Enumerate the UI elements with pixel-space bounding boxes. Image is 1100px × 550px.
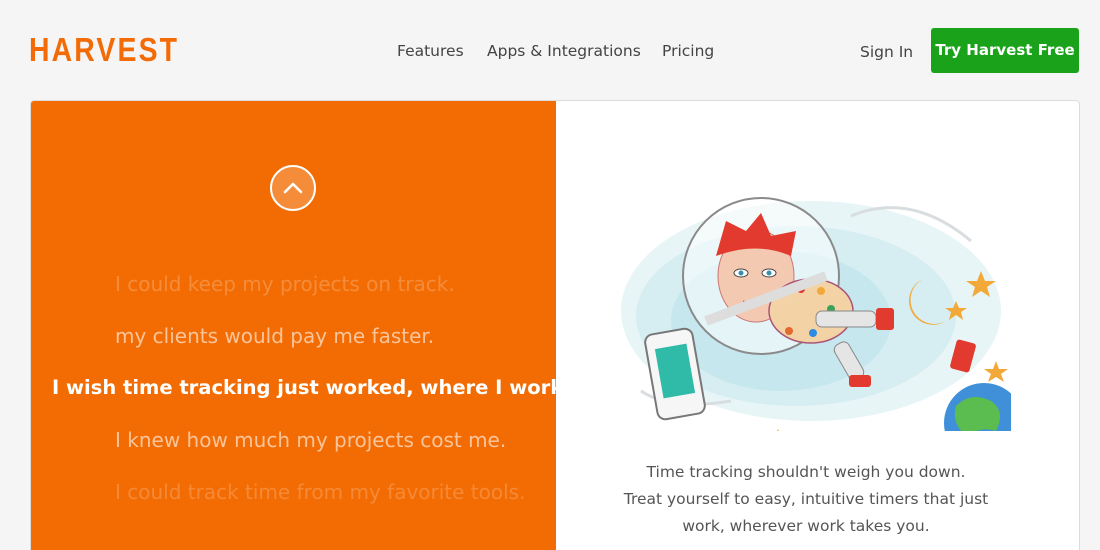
statement-line: I could keep my projects on track. xyxy=(115,272,455,296)
caption-line: Time tracking shouldn't weigh you down. xyxy=(646,463,966,481)
scroll-up-button[interactable] xyxy=(270,165,316,211)
statement-line: I could track time from my favorite tool… xyxy=(115,480,526,504)
statement-line: my clients would pay me faster. xyxy=(115,324,435,348)
statement-line: I knew how much my projects cost me. xyxy=(115,428,507,452)
caption-line: Treat yourself to easy, intuitive timers… xyxy=(623,490,989,508)
caption-line: work, wherever work takes you. xyxy=(682,517,930,535)
chevron-up-icon xyxy=(283,182,303,194)
hero-card: I could keep my projects on track. my cl… xyxy=(30,100,1080,550)
astronaut-illustration xyxy=(621,197,1011,431)
hero-caption: Time tracking shouldn't weigh you down. … xyxy=(606,459,1006,540)
nav-apps-integrations[interactable]: Apps & Integrations xyxy=(487,40,641,62)
sign-in-link[interactable]: Sign In xyxy=(860,41,913,63)
nav-pricing[interactable]: Pricing xyxy=(662,40,714,62)
site-header: HARVEST Features Apps & Integrations Pri… xyxy=(0,0,1100,100)
try-harvest-free-button[interactable]: Try Harvest Free xyxy=(931,28,1079,73)
nav-features[interactable]: Features xyxy=(397,40,464,62)
harvest-logo[interactable]: HARVEST xyxy=(29,30,179,70)
rotating-statements-panel: I could keep my projects on track. my cl… xyxy=(31,101,571,550)
statement-line-active: I wish time tracking just worked, where … xyxy=(52,376,571,399)
